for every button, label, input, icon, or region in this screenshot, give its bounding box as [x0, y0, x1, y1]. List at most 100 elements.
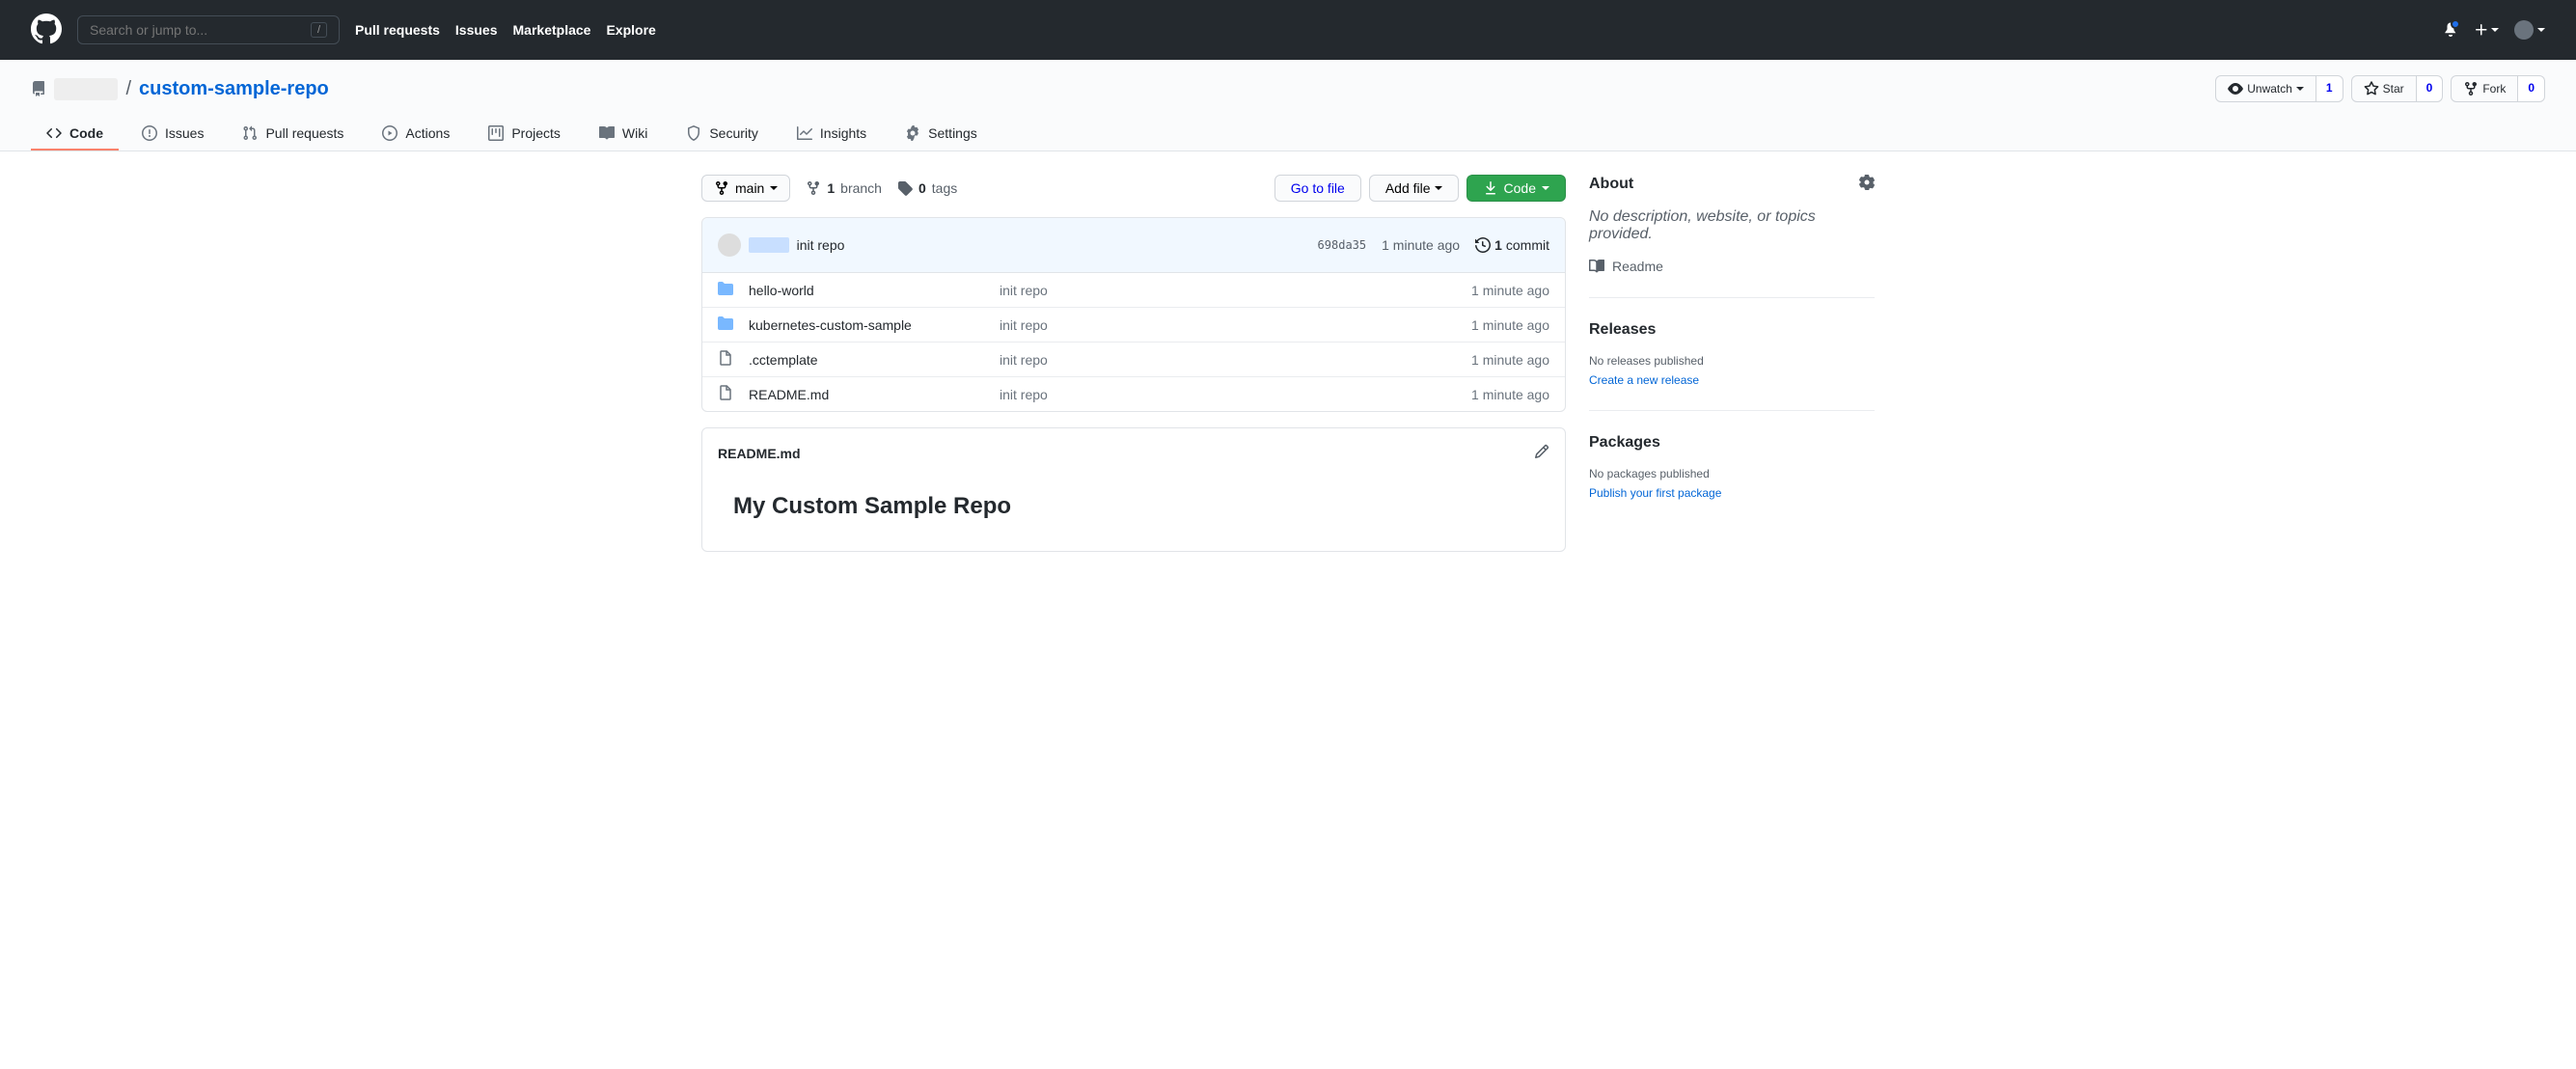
fork-button[interactable]: Fork: [2451, 75, 2518, 102]
forks-count[interactable]: 0: [2518, 75, 2545, 102]
publish-package-link[interactable]: Publish your first package: [1589, 486, 1721, 500]
notification-dot: [2451, 19, 2460, 29]
sidebar: About No description, website, or topics…: [1589, 175, 1875, 552]
tab-actions[interactable]: Actions: [367, 118, 465, 151]
commit-author-link[interactable]: user: [749, 237, 789, 253]
file-row: kubernetes-custom-sample init repo 1 minut…: [702, 308, 1565, 343]
eye-icon: [2228, 81, 2243, 96]
commit-sha-link[interactable]: 698da35: [1318, 238, 1367, 252]
releases-title: Releases: [1589, 321, 1656, 339]
file-name-link[interactable]: kubernetes-custom-sample: [749, 317, 912, 333]
tab-projects[interactable]: Projects: [473, 118, 576, 151]
readme-link[interactable]: Readme: [1589, 259, 1875, 274]
file-icon: [718, 350, 733, 369]
current-branch-name: main: [735, 180, 764, 196]
code-download-button[interactable]: Code: [1466, 175, 1566, 202]
file-commit-link[interactable]: init repo: [1000, 352, 1048, 368]
star-icon: [2364, 81, 2379, 96]
search-box[interactable]: /: [77, 15, 340, 44]
commit-author-avatar[interactable]: [718, 233, 741, 257]
packages-title: Packages: [1589, 434, 1660, 452]
file-navigation: main 1 branch 0 tags Go to file Add file: [701, 175, 1566, 202]
file-name-link[interactable]: README.md: [749, 387, 829, 402]
readme-filename: README.md: [718, 446, 801, 461]
file-name-link[interactable]: .cctemplate: [749, 352, 818, 368]
repo-name-link[interactable]: custom-sample-repo: [139, 78, 329, 100]
file-name-link[interactable]: hello-world: [749, 283, 814, 298]
create-new-dropdown[interactable]: [2474, 22, 2499, 38]
branch-icon: [806, 180, 821, 196]
star-button[interactable]: Star: [2351, 75, 2417, 102]
notifications-icon[interactable]: [2443, 21, 2458, 40]
tab-insights[interactable]: Insights: [781, 118, 882, 151]
tab-issues[interactable]: Issues: [126, 118, 219, 151]
repo-actions: Unwatch 1 Star 0 Fork 0: [2215, 75, 2545, 102]
avatar: [2514, 20, 2534, 40]
file-time: 1 minute ago: [1471, 387, 1549, 402]
about-settings-button[interactable]: [1859, 175, 1875, 193]
commit-message-link[interactable]: init repo: [797, 237, 845, 253]
file-time: 1 minute ago: [1471, 317, 1549, 333]
readme-box: README.md My Custom Sample Repo: [701, 427, 1566, 552]
search-slash-hint: /: [311, 22, 327, 38]
tab-code[interactable]: Code: [31, 118, 119, 151]
commits-link[interactable]: 1 commit: [1475, 237, 1549, 253]
fork-label: Fork: [2482, 82, 2506, 96]
tags-link[interactable]: 0 tags: [897, 180, 957, 196]
search-input[interactable]: [90, 22, 311, 38]
branch-select-button[interactable]: main: [701, 175, 790, 202]
file-listing: user init repo 698da35 1 minute ago 1 co…: [701, 217, 1566, 412]
branch-icon: [714, 180, 729, 196]
nav-pull-requests[interactable]: Pull requests: [355, 22, 440, 38]
about-description: No description, website, or topics provi…: [1589, 208, 1875, 243]
file-icon: [718, 385, 733, 403]
repo-icon: [31, 81, 46, 96]
repo-separator: /: [125, 78, 131, 100]
unwatch-label: Unwatch: [2247, 82, 2292, 96]
create-release-link[interactable]: Create a new release: [1589, 373, 1699, 387]
unwatch-button[interactable]: Unwatch: [2215, 75, 2316, 102]
book-icon: [1589, 259, 1604, 274]
header-nav: Pull requests Issues Marketplace Explore: [355, 22, 656, 38]
add-file-button[interactable]: Add file: [1369, 175, 1459, 202]
go-to-file-button[interactable]: Go to file: [1274, 175, 1361, 202]
file-time: 1 minute ago: [1471, 283, 1549, 298]
file-commit-link[interactable]: init repo: [1000, 317, 1048, 333]
star-label: Star: [2383, 82, 2404, 96]
tab-pull-requests[interactable]: Pull requests: [227, 118, 359, 151]
folder-icon: [718, 315, 733, 334]
stars-count[interactable]: 0: [2417, 75, 2444, 102]
gear-icon: [1859, 175, 1875, 190]
github-logo[interactable]: [31, 14, 62, 47]
repo-owner-link[interactable]: owner: [54, 78, 118, 100]
file-row: hello-world init repo 1 minute ago: [702, 273, 1565, 308]
history-icon: [1475, 237, 1491, 253]
releases-none: No releases published: [1589, 354, 1875, 368]
tab-settings[interactable]: Settings: [890, 118, 993, 151]
tab-wiki[interactable]: Wiki: [584, 118, 663, 151]
pencil-icon: [1534, 444, 1549, 459]
download-icon: [1483, 180, 1498, 196]
watchers-count[interactable]: 1: [2316, 75, 2343, 102]
tab-security[interactable]: Security: [671, 118, 774, 151]
fork-icon: [2463, 81, 2479, 96]
file-time: 1 minute ago: [1471, 352, 1549, 368]
nav-issues[interactable]: Issues: [455, 22, 498, 38]
about-title: About: [1589, 176, 1633, 193]
global-header: / Pull requests Issues Marketplace Explo…: [0, 0, 2576, 60]
packages-none: No packages published: [1589, 467, 1875, 480]
file-row: .cctemplate init repo 1 minute ago: [702, 343, 1565, 377]
branches-link[interactable]: 1 branch: [806, 180, 882, 196]
user-menu[interactable]: [2514, 20, 2545, 40]
file-commit-link[interactable]: init repo: [1000, 387, 1048, 402]
tag-icon: [897, 180, 913, 196]
nav-explore[interactable]: Explore: [606, 22, 655, 38]
commit-time[interactable]: 1 minute ago: [1382, 237, 1460, 253]
latest-commit: user init repo 698da35 1 minute ago 1 co…: [702, 218, 1565, 273]
readme-heading: My Custom Sample Repo: [733, 493, 1534, 520]
file-commit-link[interactable]: init repo: [1000, 283, 1048, 298]
folder-icon: [718, 281, 733, 299]
edit-readme-button[interactable]: [1534, 444, 1549, 462]
nav-marketplace[interactable]: Marketplace: [513, 22, 591, 38]
repo-tabs: CodeIssuesPull requestsActionsProjectsWi…: [31, 118, 2545, 151]
